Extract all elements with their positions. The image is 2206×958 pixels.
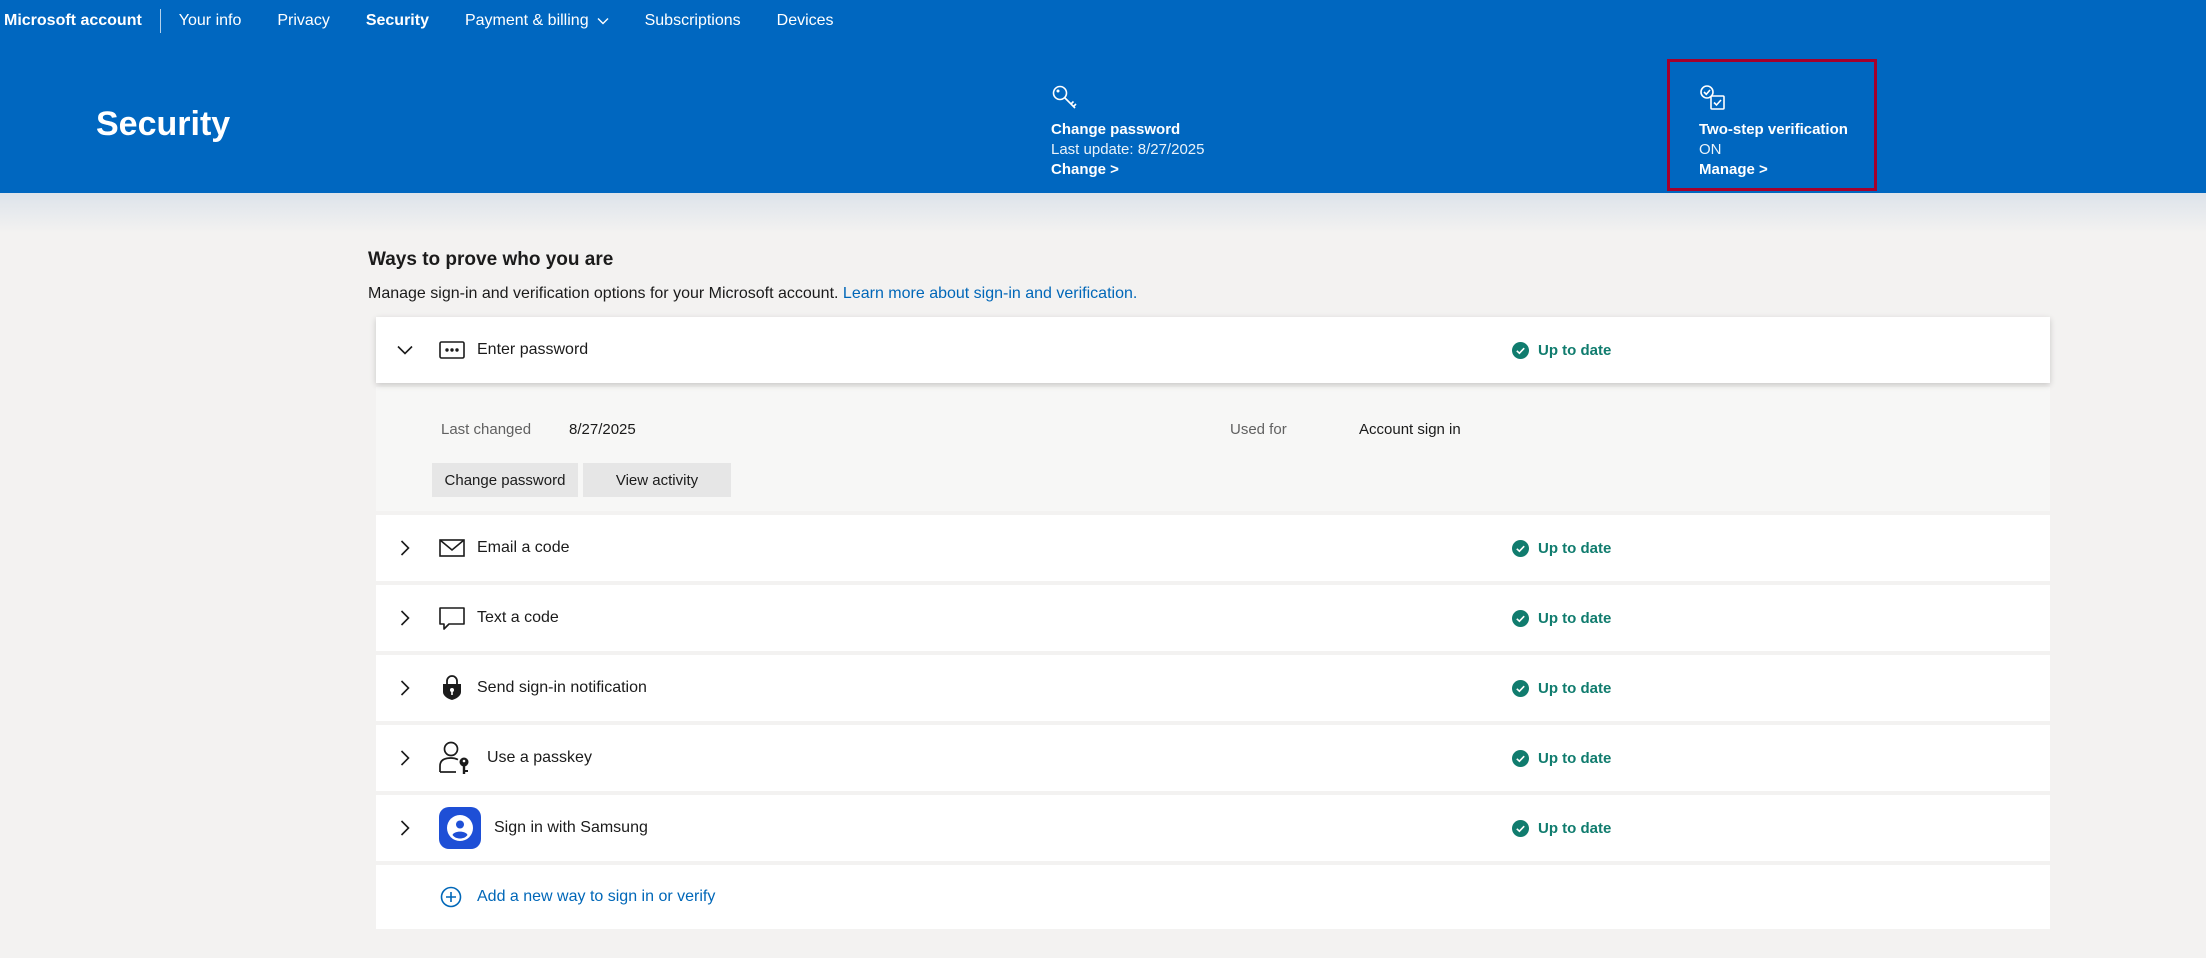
method-row-text[interactable]: Text a code Up to date bbox=[376, 585, 2050, 651]
status-text: Up to date bbox=[1538, 341, 1612, 359]
method-label: Send sign-in notification bbox=[477, 679, 647, 696]
chevron-down-icon bbox=[597, 18, 609, 25]
status-text: Up to date bbox=[1538, 539, 1612, 557]
status-text: Up to date bbox=[1538, 679, 1612, 697]
method-label: Use a passkey bbox=[487, 749, 592, 766]
check-circle-icon bbox=[1512, 679, 1529, 697]
status-badge: Up to date bbox=[1512, 819, 1612, 837]
method-label: Sign in with Samsung bbox=[494, 819, 648, 836]
status-text: Up to date bbox=[1538, 609, 1612, 627]
status-text: Up to date bbox=[1538, 749, 1612, 767]
status-badge: Up to date bbox=[1512, 609, 1612, 627]
status-badge: Up to date bbox=[1512, 679, 1612, 697]
status-badge: Up to date bbox=[1512, 749, 1612, 767]
method-row-passkey[interactable]: Use a passkey Up to date bbox=[376, 725, 2050, 791]
password-details: Last changed 8/27/2025 Used for Account … bbox=[376, 387, 2050, 511]
check-circle-icon bbox=[1512, 819, 1529, 837]
lock-shield-icon bbox=[438, 674, 466, 702]
learn-more-link[interactable]: Learn more about sign-in and verificatio… bbox=[843, 285, 1137, 302]
nav-subscriptions[interactable]: Subscriptions bbox=[645, 12, 741, 30]
band-fade bbox=[0, 193, 2206, 233]
chevron-right-icon[interactable] bbox=[396, 679, 414, 697]
nav-devices[interactable]: Devices bbox=[777, 12, 834, 30]
status-text: Up to date bbox=[1538, 819, 1612, 837]
nav-payment-billing-label: Payment & billing bbox=[464, 12, 589, 29]
change-password-card: Change password Last update: 8/27/2025 C… bbox=[1051, 84, 1204, 180]
last-changed-value: 8/27/2025 bbox=[569, 421, 636, 438]
top-banner: Microsoft account Your info Privacy Secu… bbox=[0, 0, 2206, 193]
section-description: Manage sign-in and verification options … bbox=[368, 285, 1137, 303]
check-circle-icon bbox=[1512, 341, 1529, 359]
change-password-button[interactable]: Change password bbox=[432, 463, 578, 497]
nav-privacy[interactable]: Privacy bbox=[277, 12, 329, 30]
password-icon bbox=[438, 336, 466, 364]
used-for-value: Account sign in bbox=[1359, 421, 1461, 438]
last-changed-label: Last changed bbox=[441, 421, 532, 438]
chevron-right-icon[interactable] bbox=[396, 819, 414, 837]
mail-icon bbox=[438, 534, 466, 562]
chat-icon bbox=[438, 604, 466, 632]
page-title: Security bbox=[96, 105, 231, 143]
chevron-right-icon[interactable] bbox=[396, 609, 414, 627]
add-method-link[interactable]: Add a new way to sign in or verify bbox=[477, 888, 715, 906]
method-label: Email a code bbox=[477, 539, 570, 556]
change-password-link[interactable]: Change > bbox=[1051, 160, 1204, 180]
chevron-right-icon[interactable] bbox=[396, 539, 414, 557]
status-badge: Up to date bbox=[1512, 539, 1612, 557]
brand-link[interactable]: Microsoft account bbox=[0, 9, 161, 33]
chevron-down-icon[interactable] bbox=[396, 341, 414, 359]
method-label: Enter password bbox=[477, 341, 589, 358]
check-circle-icon bbox=[1512, 749, 1529, 767]
add-method-row[interactable]: Add a new way to sign in or verify bbox=[376, 865, 2050, 929]
highlight-box bbox=[1667, 59, 1877, 191]
status-badge: Up to date bbox=[1512, 341, 1612, 359]
nav-your-info[interactable]: Your info bbox=[179, 12, 242, 30]
method-row-notification[interactable]: Send sign-in notification Up to date bbox=[376, 655, 2050, 721]
plus-circle-icon[interactable] bbox=[440, 886, 462, 908]
view-activity-button[interactable]: View activity bbox=[583, 463, 731, 497]
key-icon bbox=[1052, 85, 1077, 109]
methods-list: Enter password Up to date Last changed 8… bbox=[376, 317, 2050, 929]
nav-payment-billing[interactable]: Payment & billing bbox=[465, 12, 609, 30]
passkey-icon bbox=[438, 740, 474, 776]
top-nav: Microsoft account Your info Privacy Secu… bbox=[0, 0, 2206, 42]
samsung-icon bbox=[439, 807, 481, 849]
method-row-samsung[interactable]: Sign in with Samsung Up to date bbox=[376, 795, 2050, 861]
change-password-title: Change password bbox=[1051, 121, 1181, 138]
method-row-email[interactable]: Email a code Up to date bbox=[376, 515, 2050, 581]
chevron-right-icon[interactable] bbox=[396, 749, 414, 767]
check-circle-icon bbox=[1512, 609, 1529, 627]
section-title: Ways to prove who you are bbox=[368, 249, 614, 270]
nav-security[interactable]: Security bbox=[366, 12, 429, 30]
used-for-label: Used for bbox=[1230, 421, 1287, 438]
check-circle-icon bbox=[1512, 539, 1529, 557]
method-row-password[interactable]: Enter password Up to date bbox=[376, 317, 2050, 383]
section-description-text: Manage sign-in and verification options … bbox=[368, 285, 839, 302]
method-label: Text a code bbox=[477, 609, 559, 626]
change-password-last-update: Last update: 8/27/2025 bbox=[1051, 141, 1205, 158]
